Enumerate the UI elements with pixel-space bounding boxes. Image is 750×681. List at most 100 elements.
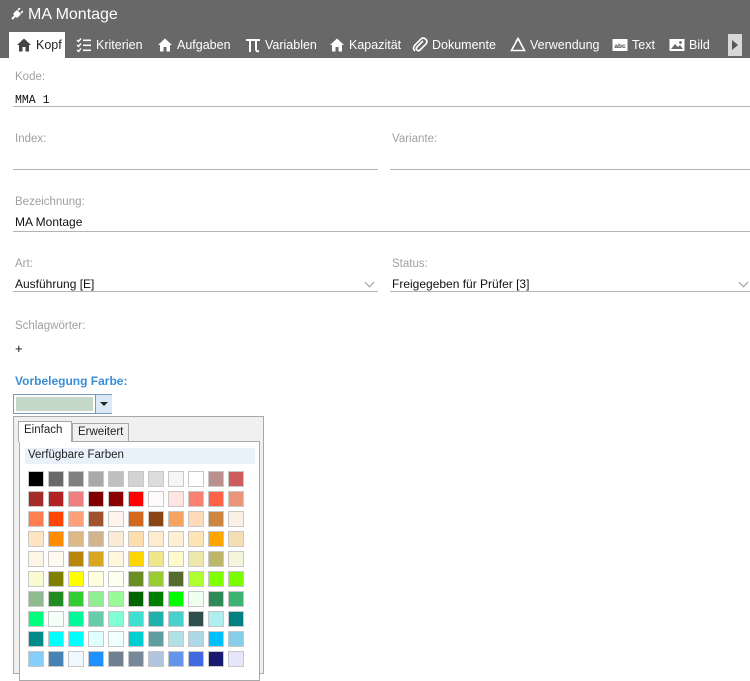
color-swatch[interactable] — [148, 591, 164, 607]
color-swatch[interactable] — [228, 531, 244, 547]
color-swatch[interactable] — [128, 471, 144, 487]
color-swatch[interactable] — [228, 551, 244, 567]
color-swatch[interactable] — [128, 551, 144, 567]
color-swatch[interactable] — [228, 511, 244, 527]
color-swatch[interactable] — [108, 471, 124, 487]
color-swatch[interactable] — [128, 571, 144, 587]
color-swatch[interactable] — [88, 471, 104, 487]
color-swatch[interactable] — [228, 631, 244, 647]
tab-bild[interactable]: Bild — [669, 32, 710, 58]
color-swatch[interactable] — [208, 511, 224, 527]
color-swatch[interactable] — [208, 611, 224, 627]
color-swatch[interactable] — [28, 511, 44, 527]
color-swatch[interactable] — [68, 511, 84, 527]
color-swatch[interactable] — [48, 531, 64, 547]
color-swatch[interactable] — [148, 651, 164, 667]
color-swatch[interactable] — [88, 491, 104, 507]
color-swatch[interactable] — [208, 591, 224, 607]
color-swatch[interactable] — [128, 631, 144, 647]
color-swatch[interactable] — [228, 611, 244, 627]
index-field[interactable] — [15, 152, 375, 168]
color-swatch[interactable] — [168, 511, 184, 527]
color-swatch[interactable] — [88, 591, 104, 607]
color-picker-combo[interactable] — [13, 394, 112, 414]
chevron-down-icon[interactable] — [738, 277, 749, 288]
color-swatch[interactable] — [88, 531, 104, 547]
color-swatch[interactable] — [168, 531, 184, 547]
color-swatch[interactable] — [68, 471, 84, 487]
color-swatch[interactable] — [108, 651, 124, 667]
color-swatch[interactable] — [148, 491, 164, 507]
color-swatch[interactable] — [208, 491, 224, 507]
color-swatch[interactable] — [168, 651, 184, 667]
color-swatch[interactable] — [128, 491, 144, 507]
color-swatch[interactable] — [68, 531, 84, 547]
color-swatch[interactable] — [88, 611, 104, 627]
color-swatch[interactable] — [108, 631, 124, 647]
color-swatch[interactable] — [188, 511, 204, 527]
color-swatch[interactable] — [48, 491, 64, 507]
color-swatch[interactable] — [148, 511, 164, 527]
color-swatch[interactable] — [48, 511, 64, 527]
color-swatch[interactable] — [48, 551, 64, 567]
color-swatch[interactable] — [68, 631, 84, 647]
color-dropdown-button[interactable] — [95, 395, 112, 413]
color-swatch[interactable] — [188, 611, 204, 627]
color-swatch[interactable] — [28, 491, 44, 507]
color-swatch[interactable] — [48, 631, 64, 647]
color-swatch[interactable] — [68, 591, 84, 607]
color-swatch[interactable] — [188, 491, 204, 507]
color-swatch[interactable] — [188, 631, 204, 647]
color-swatch[interactable] — [108, 611, 124, 627]
tab-kopf[interactable]: Kopf — [9, 32, 65, 58]
color-swatch[interactable] — [48, 651, 64, 667]
color-swatch[interactable] — [28, 571, 44, 587]
color-swatch[interactable] — [228, 571, 244, 587]
color-swatch[interactable] — [188, 571, 204, 587]
bezeichnung-field[interactable]: MA Montage — [15, 215, 82, 229]
color-swatch[interactable] — [68, 611, 84, 627]
tab-verwendung[interactable]: Verwendung — [510, 32, 600, 58]
color-swatch[interactable] — [48, 611, 64, 627]
color-swatch[interactable] — [108, 551, 124, 567]
tab-scroll-right-button[interactable] — [728, 34, 742, 56]
art-select[interactable]: Ausführung [E] — [15, 277, 94, 291]
color-swatch[interactable] — [148, 611, 164, 627]
color-swatch[interactable] — [208, 531, 224, 547]
color-swatch[interactable] — [148, 471, 164, 487]
color-swatch[interactable] — [188, 551, 204, 567]
color-swatch[interactable] — [168, 571, 184, 587]
status-select[interactable]: Freigegeben für Prüfer [3] — [392, 277, 529, 291]
chevron-down-icon[interactable] — [364, 277, 375, 288]
color-swatch[interactable] — [108, 491, 124, 507]
color-swatch[interactable] — [168, 611, 184, 627]
color-swatch[interactable] — [208, 631, 224, 647]
add-keyword-button[interactable]: + — [15, 341, 23, 356]
color-swatch[interactable] — [28, 651, 44, 667]
tab-einfach[interactable]: Einfach — [18, 421, 72, 442]
color-swatch[interactable] — [148, 551, 164, 567]
color-swatch[interactable] — [128, 651, 144, 667]
color-swatch[interactable] — [228, 651, 244, 667]
variante-field[interactable] — [392, 152, 747, 168]
color-swatch[interactable] — [188, 591, 204, 607]
color-swatch[interactable] — [68, 571, 84, 587]
color-swatch[interactable] — [48, 571, 64, 587]
color-swatch[interactable] — [168, 551, 184, 567]
color-swatch[interactable] — [88, 631, 104, 647]
tab-dokumente[interactable]: Dokumente — [412, 32, 496, 58]
color-swatch[interactable] — [68, 551, 84, 567]
color-swatch[interactable] — [108, 531, 124, 547]
color-swatch[interactable] — [208, 471, 224, 487]
color-swatch[interactable] — [88, 551, 104, 567]
tab-text[interactable]: abc Text — [612, 32, 655, 58]
color-swatch[interactable] — [188, 531, 204, 547]
color-swatch[interactable] — [168, 471, 184, 487]
color-swatch[interactable] — [108, 571, 124, 587]
color-swatch[interactable] — [148, 571, 164, 587]
color-swatch[interactable] — [228, 471, 244, 487]
color-swatch[interactable] — [108, 591, 124, 607]
color-swatch[interactable] — [188, 471, 204, 487]
color-swatch[interactable] — [168, 631, 184, 647]
color-swatch[interactable] — [48, 471, 64, 487]
